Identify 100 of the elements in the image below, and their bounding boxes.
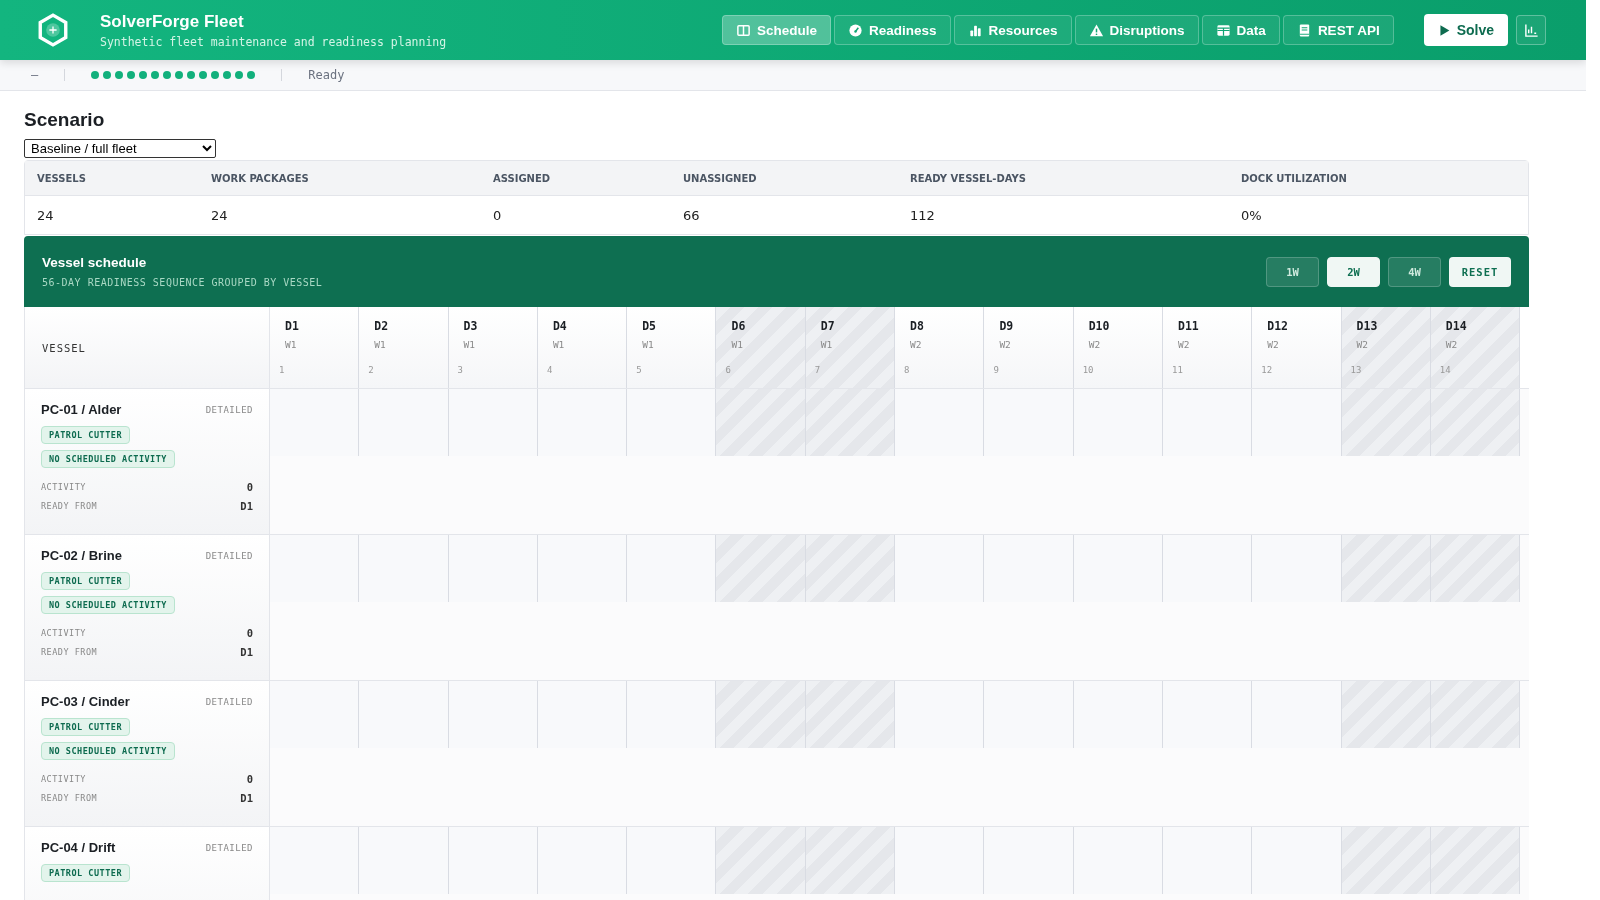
day-number: 9 [993, 365, 1000, 375]
stat-value: D1 [240, 792, 253, 804]
day-label: D12 [1267, 319, 1290, 333]
nav-tab[interactable]: Readiness [834, 15, 951, 45]
nav-tab[interactable]: Schedule [721, 15, 831, 45]
metric-label: ASSIGNED [481, 161, 671, 196]
stat-label: READY FROM [41, 793, 98, 803]
day-label: D6 [731, 319, 747, 333]
stat-label: ACTIVITY [41, 628, 86, 638]
mode-label: DETAILED [205, 696, 253, 707]
columns-icon [735, 22, 751, 38]
section-heading: Scenario [24, 109, 106, 131]
stat-value: D1 [240, 500, 253, 512]
day-number: 11 [1171, 365, 1184, 375]
metric-label: UNASSIGNED [671, 161, 898, 196]
status-text: Ready [308, 68, 345, 82]
nav-tab[interactable]: Data [1201, 15, 1280, 45]
day-number: 4 [546, 365, 554, 375]
line-chart-icon [1523, 22, 1539, 38]
week-label: W1 [642, 339, 655, 350]
metric-label: VESSELS [25, 161, 199, 196]
mode-label: DETAILED [205, 550, 253, 561]
panel-title: Vessel schedule [42, 255, 148, 270]
week-label: W2 [1088, 339, 1102, 350]
day-number: 7 [814, 365, 822, 375]
day-number: 10 [1082, 365, 1095, 375]
week-label: W1 [374, 339, 387, 350]
metric-value: 66 [682, 206, 701, 225]
nav-tab[interactable]: REST API [1282, 15, 1394, 45]
zoom-button[interactable]: 1W [1266, 256, 1319, 287]
metric-label: WORK PACKAGES [199, 161, 481, 196]
scenario-select[interactable]: Baseline / full fleet [24, 139, 216, 158]
metric-value: 0 [492, 206, 503, 225]
day-label: D14 [1445, 319, 1468, 333]
metric-value: 24 [210, 206, 229, 225]
week-label: W1 [285, 339, 298, 350]
week-label: W2 [1267, 339, 1280, 350]
nav-tab[interactable]: Resources [953, 15, 1072, 45]
mode-label: DETAILED [205, 842, 253, 853]
stat-label: READY FROM [41, 647, 98, 657]
day-label: D13 [1356, 319, 1379, 333]
metric-value: 0% [1240, 206, 1263, 225]
week-label: W2 [999, 339, 1012, 350]
week-label: W2 [1356, 339, 1369, 350]
day-label: D9 [999, 319, 1015, 333]
vessel-name: PC-04 / Drift [41, 840, 116, 855]
stat-label: READY FROM [41, 501, 98, 511]
warning-icon [1088, 22, 1104, 38]
mode-label: DETAILED [205, 404, 253, 415]
tag: PATROL CUTTER [41, 426, 131, 444]
panel-subtitle: 56-DAY READINESS SEQUENCE GROUPED BY VESSEL [42, 277, 323, 288]
metric-value: 112 [909, 206, 936, 225]
day-number: 1 [279, 365, 286, 375]
app-subtitle: Synthetic fleet maintenance and readiness planning [100, 34, 447, 49]
zoom-button[interactable]: 2W [1327, 256, 1380, 287]
column-header: VESSEL [25, 307, 270, 388]
day-label: D3 [463, 319, 479, 333]
score-text: – [31, 68, 39, 82]
stat-value: D1 [240, 646, 253, 658]
metric-label: READY VESSEL-DAYS [898, 161, 1229, 196]
zoom-button[interactable]: 4W [1388, 256, 1441, 287]
stat-label: ACTIVITY [41, 774, 86, 784]
week-label: W1 [552, 339, 566, 350]
play-icon [1437, 23, 1451, 37]
hexagon-logo-icon [36, 13, 70, 47]
day-label: D11 [1177, 319, 1200, 333]
week-label: W1 [731, 339, 744, 350]
metric-value: 24 [36, 206, 55, 225]
tag: NO SCHEDULED ACTIVITY [41, 450, 175, 468]
day-label: D2 [374, 319, 390, 333]
day-number: 5 [636, 365, 643, 375]
vessel-name: PC-01 / Alder [41, 402, 122, 417]
stat-value: 0 [246, 773, 253, 785]
tag: PATROL CUTTER [41, 864, 131, 882]
nav-tab[interactable]: Disruptions [1074, 15, 1199, 45]
chart-button[interactable] [1516, 15, 1546, 45]
day-label: D8 [910, 319, 925, 333]
app-title: SolverForge Fleet [100, 11, 245, 32]
tag: NO SCHEDULED ACTIVITY [41, 596, 175, 614]
day-label: D10 [1088, 319, 1111, 333]
week-label: W2 [1177, 339, 1191, 350]
day-number: 12 [1261, 365, 1274, 375]
stat-value: 0 [246, 481, 253, 493]
gauge-icon [848, 22, 863, 38]
week-label: W2 [1445, 339, 1459, 350]
tag: PATROL CUTTER [41, 718, 131, 736]
stat-label: ACTIVITY [41, 482, 86, 492]
tag: PATROL CUTTER [41, 572, 131, 590]
week-label: W1 [463, 339, 477, 350]
tag: NO SCHEDULED ACTIVITY [41, 742, 175, 760]
week-label: W2 [910, 339, 923, 350]
day-number: 3 [457, 365, 464, 375]
day-number: 13 [1350, 365, 1363, 375]
reset-button[interactable]: RESET [1449, 256, 1511, 287]
day-label: D1 [285, 319, 300, 333]
day-number: 14 [1439, 365, 1452, 375]
solve-button[interactable]: Solve [1423, 14, 1508, 46]
day-number: 8 [904, 365, 911, 375]
day-label: D4 [552, 319, 568, 333]
day-number: 6 [725, 365, 732, 375]
